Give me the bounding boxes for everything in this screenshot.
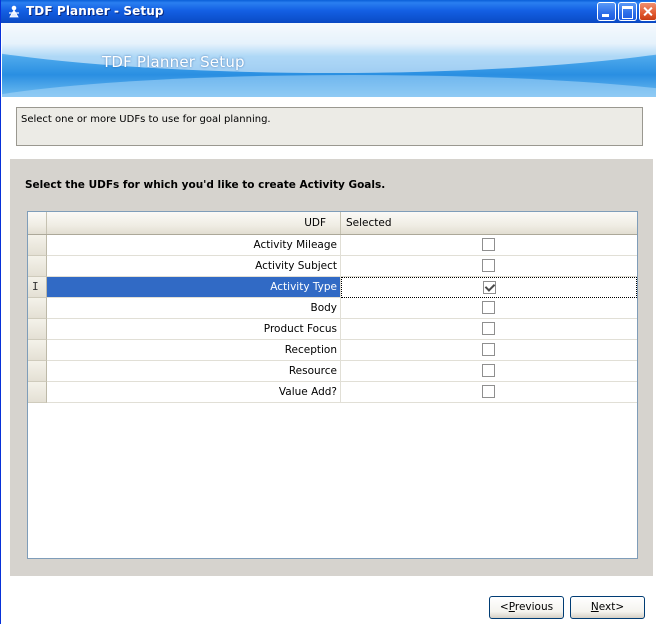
tdf-app-icon — [9, 5, 19, 18]
title-bar[interactable]: TDF Planner - Setup — [1, 0, 656, 23]
grid-prompt: Select the UDFs for which you'd like to … — [25, 179, 386, 191]
checkbox-icon[interactable] — [482, 259, 495, 272]
previous-label-rest: revious — [514, 601, 554, 613]
udf-name: Body — [310, 302, 337, 314]
row-selector-header[interactable] — [28, 212, 47, 234]
close-icon[interactable] — [639, 2, 656, 21]
udf-cell[interactable]: Activity Subject — [47, 256, 341, 277]
table-row[interactable]: Product Focus — [28, 319, 637, 340]
column-header-udf[interactable]: UDF — [47, 212, 341, 234]
checkbox-icon[interactable] — [482, 343, 495, 356]
udf-cell[interactable]: Value Add? — [47, 382, 341, 403]
table-row[interactable]: Resource — [28, 361, 637, 382]
selected-cell[interactable] — [341, 382, 637, 403]
row-selector[interactable] — [28, 319, 47, 340]
row-selector[interactable] — [28, 361, 47, 382]
next-button[interactable]: Next> — [570, 596, 645, 619]
grid-header: UDF Selected — [28, 212, 637, 235]
table-row[interactable]: Activity Mileage — [28, 235, 637, 256]
banner-title: TDF Planner Setup — [102, 53, 245, 71]
checkbox-icon[interactable] — [482, 238, 495, 251]
row-selector[interactable] — [28, 340, 47, 361]
selected-cell[interactable] — [341, 361, 637, 382]
banner-wave-decoration — [2, 23, 656, 73]
previous-button[interactable]: <Previous — [489, 596, 564, 619]
window-title: TDF Planner - Setup — [26, 4, 164, 18]
udf-name: Reception — [284, 344, 337, 356]
selected-cell[interactable] — [341, 319, 637, 340]
previous-prefix: < — [499, 601, 509, 613]
udf-cell[interactable]: Activity Mileage — [47, 235, 341, 256]
row-selector[interactable]: I — [28, 277, 47, 298]
checkbox-icon[interactable] — [482, 322, 495, 335]
row-selector[interactable] — [28, 235, 47, 256]
udf-name: Activity Mileage — [253, 239, 337, 251]
table-row[interactable]: Body — [28, 298, 637, 319]
checkbox-icon[interactable] — [482, 364, 495, 377]
next-label-rest: ext> — [598, 601, 625, 613]
udf-name: Resource — [288, 365, 337, 377]
minimize-icon[interactable] — [597, 2, 616, 21]
row-selector[interactable] — [28, 382, 47, 403]
table-row[interactable]: Activity Subject — [28, 256, 637, 277]
udf-name: Activity Type — [270, 281, 337, 293]
row-selector[interactable] — [28, 256, 47, 277]
table-row[interactable]: Reception — [28, 340, 637, 361]
udf-cell[interactable]: Resource — [47, 361, 341, 382]
udf-cell[interactable]: Body — [47, 298, 341, 319]
selected-cell[interactable] — [341, 340, 637, 361]
selected-cell[interactable] — [341, 277, 637, 298]
row-selector[interactable] — [28, 298, 47, 319]
maximize-icon[interactable] — [618, 2, 637, 21]
column-header-selected[interactable]: Selected — [341, 212, 637, 234]
selected-cell[interactable] — [341, 298, 637, 319]
banner-wave-decoration-lower — [2, 75, 656, 97]
udf-cell[interactable]: Activity Type — [47, 277, 341, 298]
udf-name: Value Add? — [278, 386, 337, 398]
instruction-box: Select one or more UDFs to use for goal … — [16, 107, 643, 146]
column-header-selected-label: Selected — [346, 217, 392, 229]
udf-grid[interactable]: UDF Selected Activity Mileage Activity S… — [27, 211, 638, 559]
checkbox-icon[interactable] — [483, 281, 496, 294]
checkbox-icon[interactable] — [482, 301, 495, 314]
udf-name: Activity Subject — [255, 260, 337, 272]
header-banner: TDF Planner Setup — [2, 23, 656, 97]
udf-cell[interactable]: Product Focus — [47, 319, 341, 340]
next-mnemonic: N — [590, 601, 599, 613]
checkbox-icon[interactable] — [482, 385, 495, 398]
selected-cell[interactable] — [341, 235, 637, 256]
selected-cell[interactable] — [341, 256, 637, 277]
column-header-udf-label: UDF — [304, 217, 326, 229]
setup-window: TDF Planner - Setup TDF Planner Setup Se… — [0, 0, 656, 624]
instruction-text: Select one or more UDFs to use for goal … — [21, 114, 271, 125]
text-cursor-icon: I — [32, 280, 39, 293]
table-row[interactable]: Value Add? — [28, 382, 637, 403]
udf-cell[interactable]: Reception — [47, 340, 341, 361]
table-row-current[interactable]: I Activity Type — [28, 277, 637, 298]
udf-name: Product Focus — [263, 323, 337, 335]
